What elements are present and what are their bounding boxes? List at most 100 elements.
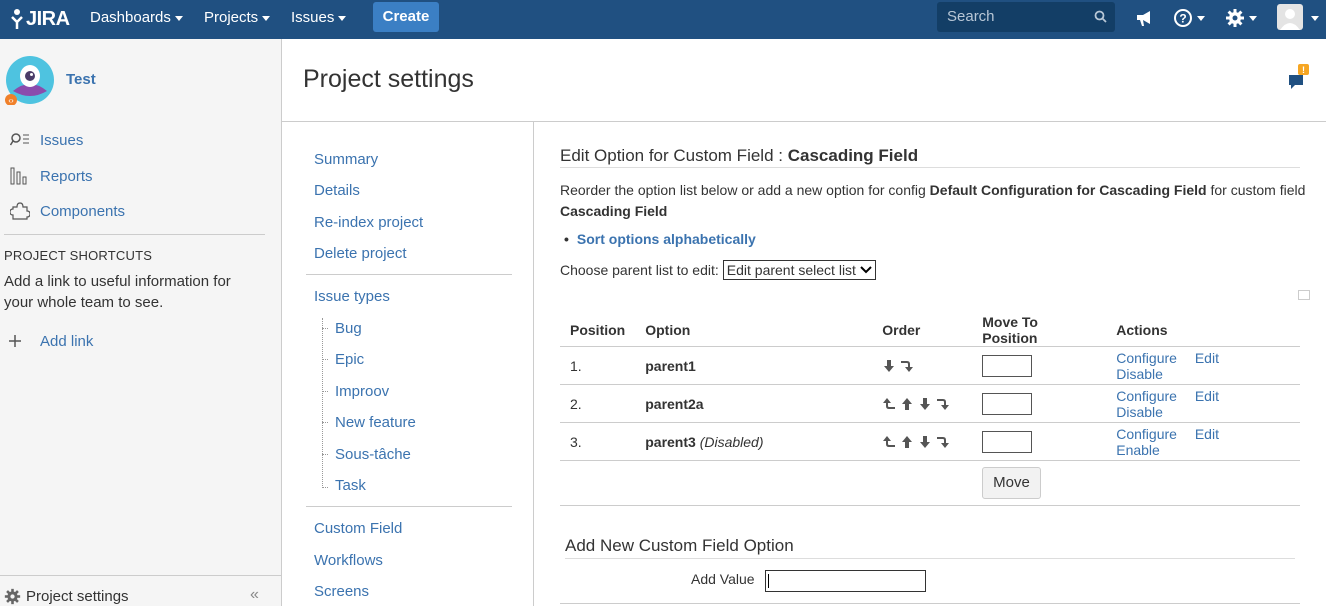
- toggle-box[interactable]: [1298, 290, 1310, 300]
- row-move-to: [972, 422, 1107, 461]
- settings-nav-delete[interactable]: Delete project: [314, 245, 407, 262]
- move-to-last-icon[interactable]: [900, 359, 914, 373]
- row-option: parent3 (Disabled): [635, 422, 873, 461]
- position-input[interactable]: [982, 354, 1033, 377]
- title-divider: [560, 167, 1300, 168]
- feedback-badge: !: [1302, 65, 1305, 75]
- move-to-last-icon[interactable]: [936, 435, 950, 449]
- settings-nav-workflows[interactable]: Workflows: [314, 552, 383, 569]
- option-status: (Disabled): [699, 433, 764, 450]
- move-down-icon[interactable]: [882, 359, 896, 373]
- sidebar-item-reports[interactable]: Reports: [0, 164, 280, 188]
- edit-link[interactable]: Edit: [1195, 350, 1219, 366]
- issue-type-task[interactable]: Task: [335, 477, 366, 494]
- move-to-first-icon[interactable]: [882, 435, 896, 449]
- move-up-icon[interactable]: [900, 397, 914, 411]
- chevron-down-icon: [338, 15, 347, 21]
- move-up-icon[interactable]: [900, 435, 914, 449]
- row-order: [872, 346, 973, 385]
- jira-logo[interactable]: JIRA: [10, 6, 70, 32]
- desc-config: Default Configuration for Cascading Fiel…: [929, 182, 1207, 198]
- sidebar-item-issues[interactable]: Issues: [0, 128, 280, 152]
- edit-link[interactable]: Edit: [1195, 388, 1219, 404]
- settings-nav-reindex[interactable]: Re-index project: [314, 214, 423, 231]
- issue-type-new-feature[interactable]: New feature: [335, 414, 416, 431]
- edit-title-field: Cascading Field: [787, 146, 919, 165]
- user-avatar[interactable]: [1277, 4, 1303, 30]
- sidebar-item-components[interactable]: Components: [0, 199, 280, 223]
- page-title: Project settings: [303, 65, 474, 93]
- project-name[interactable]: Test: [66, 71, 96, 88]
- gear-icon: [4, 588, 21, 605]
- parent-list-select[interactable]: Edit parent select list: [722, 260, 876, 280]
- feedback-button[interactable]: !: [1288, 63, 1310, 92]
- create-button[interactable]: Create: [373, 2, 439, 32]
- row-actions: Configure Edit Disable: [1106, 346, 1300, 385]
- settings-nav-details[interactable]: Details: [314, 182, 360, 199]
- move-down-icon[interactable]: [918, 435, 932, 449]
- issues-icon: [0, 132, 40, 148]
- configure-link[interactable]: Configure: [1116, 388, 1177, 404]
- project-settings-nav: Summary Details Re-index project Delete …: [282, 122, 534, 606]
- collapse-sidebar-button[interactable]: «: [250, 586, 259, 604]
- move-to-last-icon[interactable]: [936, 397, 950, 411]
- nav-projects-label: Projects: [204, 9, 259, 26]
- disable-link[interactable]: Disable: [1116, 404, 1163, 420]
- edit-link[interactable]: Edit: [1195, 426, 1219, 442]
- option-name: parent2a: [645, 395, 704, 412]
- add-value-input[interactable]: [765, 570, 926, 592]
- search-input[interactable]: Search: [937, 2, 1115, 32]
- issue-type-sous-tache[interactable]: Sous-tâche: [335, 446, 411, 463]
- tree-tick: [322, 328, 328, 329]
- add-link-button[interactable]: Add link: [0, 329, 280, 353]
- row-actions: Configure Edit Enable: [1106, 422, 1300, 461]
- main-content: Edit Option for Custom Field : Cascading…: [534, 122, 1326, 606]
- desc-field: Cascading Field: [560, 203, 668, 219]
- enable-link[interactable]: Enable: [1116, 442, 1160, 458]
- sidebar-item-label: Issues: [40, 131, 84, 149]
- configure-link[interactable]: Configure: [1116, 426, 1177, 442]
- settings-nav-issue-types[interactable]: Issue types: [314, 288, 390, 305]
- search-icon: [1094, 10, 1107, 23]
- issue-type-improov[interactable]: Improov: [335, 383, 389, 400]
- nav-dashboards[interactable]: Dashboards: [90, 0, 183, 39]
- issue-type-bug[interactable]: Bug: [335, 320, 362, 337]
- project-settings-link[interactable]: Project settings: [26, 588, 129, 605]
- sidebar-item-label: Reports: [40, 167, 93, 185]
- plus-icon: [0, 335, 30, 347]
- row-actions: Configure Edit Disable: [1106, 384, 1300, 423]
- col-move-to-position: Move To Position: [972, 314, 1107, 347]
- settings-nav-summary[interactable]: Summary: [314, 151, 378, 168]
- disable-link[interactable]: Disable: [1116, 366, 1163, 382]
- project-shortcuts-description: Add a link to useful information for you…: [4, 273, 231, 311]
- chevron-down-icon: [262, 15, 271, 21]
- position-input[interactable]: [982, 430, 1033, 453]
- col-position: Position: [560, 314, 636, 347]
- nav-issues-label: Issues: [291, 9, 335, 26]
- move-to-first-icon[interactable]: [882, 397, 896, 411]
- row-position: 2.: [560, 384, 636, 423]
- help-icon[interactable]: ?: [1173, 7, 1205, 29]
- chevron-down-icon[interactable]: [1311, 16, 1319, 21]
- nav-projects[interactable]: Projects: [204, 0, 271, 39]
- move-down-icon[interactable]: [918, 397, 932, 411]
- section-divider: [560, 505, 1300, 506]
- nav-issues[interactable]: Issues: [291, 0, 347, 39]
- project-avatar[interactable]: ‹›: [5, 55, 55, 106]
- move-button[interactable]: Move: [982, 467, 1041, 499]
- settings-nav-custom-field[interactable]: Custom Field: [314, 520, 402, 537]
- svg-text:?: ?: [1179, 12, 1186, 26]
- tree-tick: [322, 391, 328, 392]
- configure-link[interactable]: Configure: [1116, 350, 1177, 366]
- desc-part1: Reorder the option list below or add a n…: [560, 182, 926, 198]
- settings-nav-screens[interactable]: Screens: [314, 583, 369, 600]
- reports-icon: [0, 167, 40, 185]
- text-cursor: [768, 574, 769, 588]
- col-order: Order: [872, 314, 973, 347]
- col-option: Option: [635, 314, 873, 347]
- position-input[interactable]: [982, 392, 1033, 415]
- sort-alphabetically-link[interactable]: Sort options alphabetically: [577, 231, 756, 247]
- gear-icon[interactable]: [1225, 7, 1257, 29]
- announcement-icon[interactable]: [1135, 7, 1155, 29]
- issue-type-epic[interactable]: Epic: [335, 351, 364, 368]
